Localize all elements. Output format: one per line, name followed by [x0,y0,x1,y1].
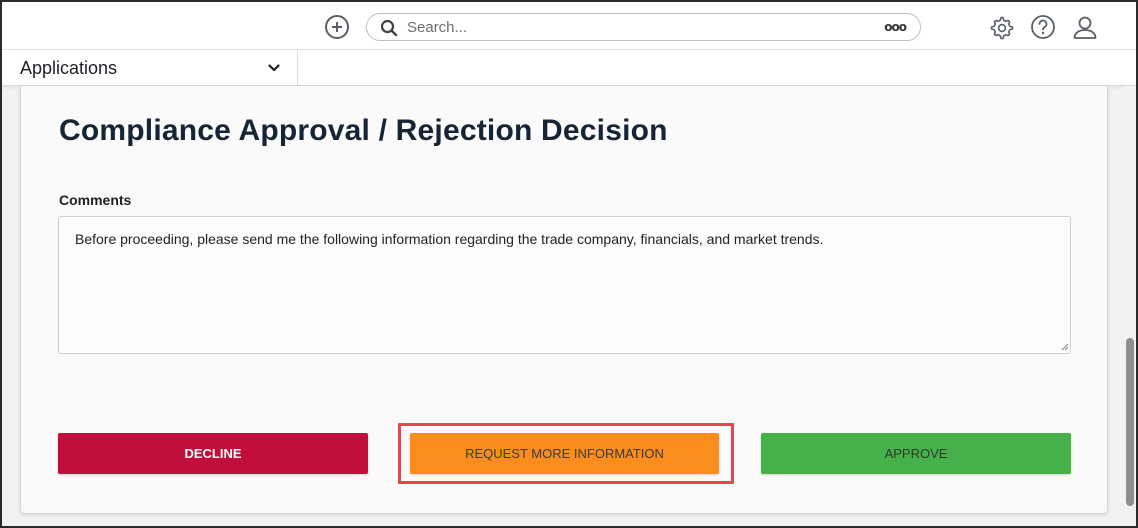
comments-label: Comments [59,192,132,208]
decision-form-card: Compliance Approval / Rejection Decision… [20,86,1108,514]
help-icon[interactable] [1030,14,1056,40]
resize-handle-icon[interactable] [1061,343,1069,351]
application-selector-label: Applications [20,58,118,78]
gear-icon[interactable] [988,14,1014,40]
search-options-button[interactable]: ooo [884,20,907,34]
add-circle-icon[interactable] [325,15,349,39]
user-icon[interactable] [1072,14,1098,40]
top-header: ooo [2,2,1136,50]
request-more-information-button[interactable]: REQUEST MORE INFORMATION [410,433,719,474]
app-window: ooo Applications Compliance Approval / R… [0,0,1138,528]
page-title: Compliance Approval / Rejection Decision [59,114,668,147]
approve-button[interactable]: APPROVE [761,433,1071,474]
application-selector[interactable]: Applications [2,50,298,86]
decline-button[interactable]: DECLINE [58,433,368,474]
comments-field[interactable]: Before proceeding, please send me the fo… [58,216,1071,354]
chevron-down-icon [268,64,280,72]
scrollbar-thumb[interactable] [1126,338,1134,506]
search-input[interactable] [407,17,847,37]
application-bar: Applications [2,50,1136,86]
search-bar[interactable]: ooo [366,13,921,41]
search-icon [380,19,398,37]
scrollbar[interactable] [1122,86,1136,526]
